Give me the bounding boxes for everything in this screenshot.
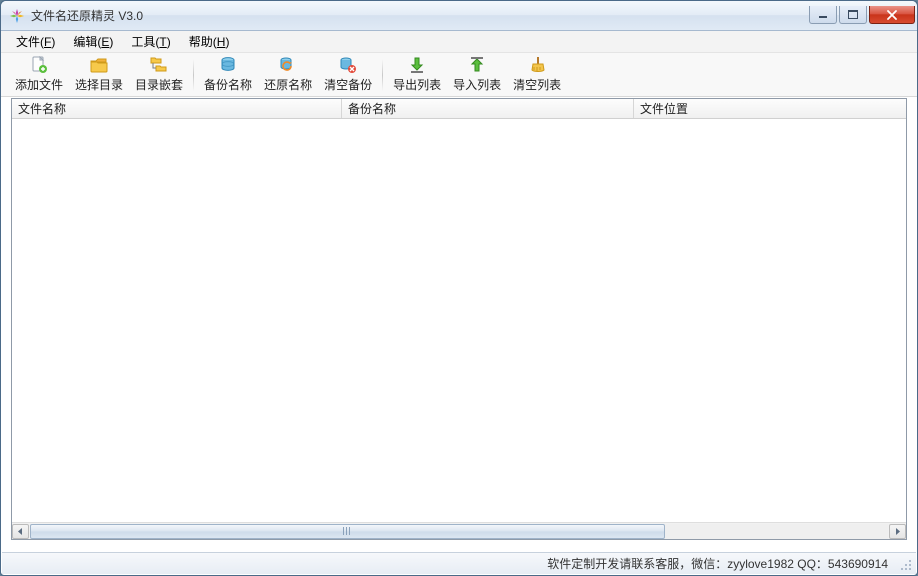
tool-label: 目录嵌套 [135,76,183,93]
export-icon [408,56,426,74]
tool-label: 清空备份 [324,76,372,93]
directory-nest-button[interactable]: 目录嵌套 [129,55,189,95]
menu-help[interactable]: 帮助(H) [180,31,239,52]
restore-name-button[interactable]: 还原名称 [258,55,318,95]
window-title: 文件名还原精灵 V3.0 [31,7,809,24]
backup-name-button[interactable]: 备份名称 [198,55,258,95]
tool-label: 还原名称 [264,76,312,93]
tool-label: 导出列表 [393,76,441,93]
toolbar-separator [382,59,383,91]
tool-label: 清空列表 [513,76,561,93]
database-delete-icon [339,56,357,74]
status-text: 软件定制开发请联系客服，微信：zyylove1982 QQ：543690914 [547,555,888,572]
column-header-backupname[interactable]: 备份名称 [342,99,634,118]
clear-backup-button[interactable]: 清空备份 [318,55,378,95]
app-icon [9,8,25,24]
toolbar: 添加文件 选择目录 目录嵌套 备份名称 还原名称 [1,53,917,97]
window-controls [809,6,915,24]
resize-grip-icon[interactable] [898,557,912,571]
scrollbar-thumb[interactable] [30,524,665,539]
import-list-button[interactable]: 导入列表 [447,55,507,95]
folder-tree-icon [150,56,168,74]
select-directory-button[interactable]: 选择目录 [69,55,129,95]
folder-icon [90,56,108,74]
clear-list-button[interactable]: 清空列表 [507,55,567,95]
toolbar-separator [193,59,194,91]
menu-edit[interactable]: 编辑(E) [64,31,122,52]
minimize-button[interactable] [809,6,837,24]
scroll-right-button[interactable] [889,524,906,539]
scroll-left-button[interactable] [12,524,29,539]
database-icon [219,56,237,74]
tool-label: 备份名称 [204,76,252,93]
menubar: 文件(F) 编辑(E) 工具(T) 帮助(H) [1,31,917,53]
broom-icon [528,56,546,74]
scrollbar-track[interactable] [30,524,888,539]
table-header: 文件名称 备份名称 文件位置 [12,99,906,119]
close-button[interactable] [869,6,915,24]
column-header-filename[interactable]: 文件名称 [12,99,342,118]
import-icon [468,56,486,74]
horizontal-scrollbar[interactable] [12,522,906,539]
table-body[interactable] [12,119,906,522]
tool-label: 选择目录 [75,76,123,93]
application-window: 文件名还原精灵 V3.0 文件(F) 编辑(E) 工具(T) 帮助(H) 添加文… [0,0,918,576]
maximize-button[interactable] [839,6,867,24]
file-list-view: 文件名称 备份名称 文件位置 [11,98,907,540]
statusbar: 软件定制开发请联系客服，微信：zyylove1982 QQ：543690914 [2,552,916,574]
add-file-button[interactable]: 添加文件 [9,55,69,95]
menu-file[interactable]: 文件(F) [7,31,64,52]
database-restore-icon [279,56,297,74]
export-list-button[interactable]: 导出列表 [387,55,447,95]
tool-label: 导入列表 [453,76,501,93]
menu-tool[interactable]: 工具(T) [122,31,179,52]
column-header-filepath[interactable]: 文件位置 [634,99,906,118]
titlebar[interactable]: 文件名还原精灵 V3.0 [1,1,917,31]
tool-label: 添加文件 [15,76,63,93]
document-add-icon [30,56,48,74]
